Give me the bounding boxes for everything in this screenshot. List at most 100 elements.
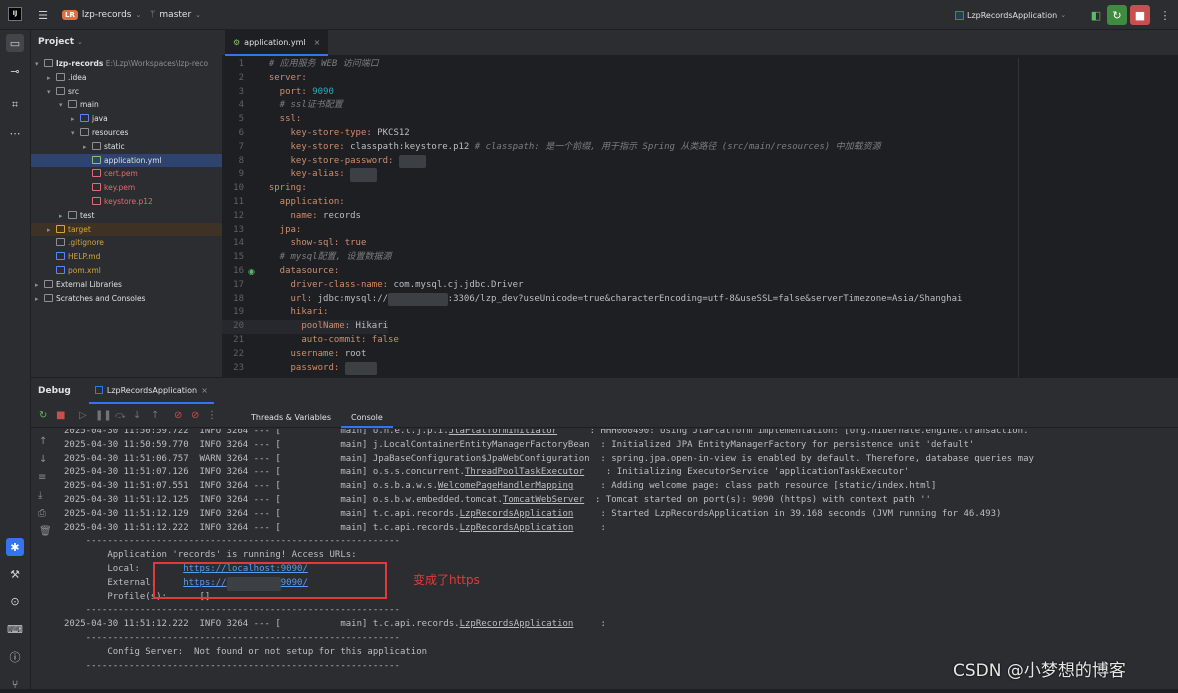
mute-breakpoints-icon[interactable]: ⊘ (191, 410, 199, 421)
console-line: 2025-04-30 11:50:59.770 INFO 3264 --- [ … (64, 439, 974, 453)
folder-icon (56, 86, 65, 95)
chevron-down-icon[interactable]: ▾ (35, 58, 44, 71)
chevron-down-icon[interactable]: ▾ (47, 86, 56, 99)
project-panel-title[interactable]: Project ⌄ (38, 37, 83, 47)
step-out-icon[interactable]: ↑ (151, 410, 159, 421)
tree-item[interactable]: HELP.md (31, 250, 222, 263)
tree-item[interactable]: keystore.p12 (31, 195, 222, 208)
rerun-button[interactable]: ↻ (1107, 5, 1127, 25)
chevron-right-icon[interactable]: ▸ (35, 279, 44, 292)
code-token: auto-commit: (258, 335, 372, 345)
code-line: 4 # ssl证书配置 (222, 99, 343, 113)
chevron-down-icon: ⌄ (1060, 11, 1067, 19)
code-token: poolName: (258, 321, 356, 332)
tree-item[interactable]: ▸ Scratches and Consoles (31, 292, 222, 305)
branch-switcher[interactable]: ᛘ master ⌄ (150, 8, 201, 22)
stop-icon[interactable]: ■ (56, 410, 65, 421)
code-token: # mysql配置, 设置数据源 (258, 252, 392, 263)
tab-application-yml[interactable]: ⚙ application.yml × (225, 30, 329, 56)
more-actions-icon[interactable]: ⋮ (207, 410, 217, 421)
close-icon[interactable]: × (314, 38, 321, 47)
log-text: : (573, 619, 606, 630)
tree-item[interactable]: ▾ resources (31, 126, 222, 139)
console-line: ----------------------------------------… (64, 660, 400, 674)
run-config-selector[interactable]: LzpRecordsApplication ⌄ (955, 8, 1066, 22)
code-view[interactable]: 1 # 应用服务 WEB 访问端口 2 server: 3 port: 9090 4 … (222, 58, 1178, 377)
log-text: : (573, 522, 606, 533)
tree-item[interactable]: ▸ java (31, 112, 222, 125)
line-number: 21 (233, 335, 244, 345)
chevron-right-icon[interactable]: ▸ (71, 113, 80, 126)
main-menu-icon[interactable]: ☰ (34, 6, 52, 24)
chevron-right-icon[interactable]: ▸ (47, 224, 56, 237)
tab-threads-variables[interactable]: Threads & Variables (241, 408, 341, 428)
console-output[interactable]: 2025-04-30 11:50:59.722 INFO 3264 --- [ … (31, 429, 1178, 690)
services-icon[interactable]: ⊙ (6, 592, 24, 610)
code-token: server: (258, 72, 307, 83)
project-switcher[interactable]: LR lzp-records ⌄ (62, 8, 141, 22)
spring-bean-icon[interactable]: ◉ (248, 267, 255, 276)
log-text: ----------------------------------------… (64, 660, 400, 671)
chevron-down-icon[interactable]: ▾ (71, 127, 80, 140)
debug-stop-icon[interactable]: ◧ (1087, 6, 1105, 24)
more-actions-icon[interactable]: ⋮ (1156, 6, 1174, 24)
tree-item[interactable]: ▸ External Libraries (31, 278, 222, 291)
log-text: : Initializing ExecutorService 'applicat… (584, 467, 910, 478)
problems-icon[interactable]: ⓘ (6, 648, 24, 666)
terminal-icon[interactable]: ⌨ (6, 620, 24, 638)
tree-item[interactable]: application.yml (31, 153, 222, 167)
chevron-right-icon[interactable]: ▸ (47, 72, 56, 85)
tree-item[interactable]: .gitignore (31, 236, 222, 249)
tree-item-label: java (92, 114, 108, 124)
resume-icon[interactable]: ▷ (79, 410, 87, 421)
project-folder-icon[interactable]: ▭ (6, 34, 24, 52)
close-icon[interactable]: × (201, 386, 208, 395)
code-token: key-store-type: (258, 128, 378, 138)
code-line: 16 datasource: (222, 265, 339, 279)
stop-button[interactable]: ■ (1130, 5, 1150, 25)
step-over-icon[interactable]: ⤼ (115, 410, 126, 421)
annotation-text: 变成了https (413, 573, 480, 587)
code-token: spring: (258, 183, 307, 194)
tree-item[interactable]: ▾ lzp-records E:\Lzp\Workspaces\lzp-reco (31, 57, 222, 70)
tree-item[interactable]: pom.xml (31, 264, 222, 277)
tree-item[interactable]: ▾ src (31, 85, 222, 98)
breakpoint-icon[interactable]: ⊘ (174, 410, 182, 421)
chevron-right-icon[interactable]: ▸ (35, 293, 44, 306)
tree-item[interactable]: ▸ static (31, 140, 222, 153)
log-text: 2025-04-30 11:51:12.222 INFO 3264 --- [ … (64, 619, 460, 630)
tree-item[interactable]: ▾ main (31, 98, 222, 111)
git-icon[interactable]: ⑂ (6, 675, 24, 693)
tree-item-label: Scratches and Consoles (56, 293, 146, 303)
rerun-icon[interactable]: ↻ (39, 410, 47, 421)
debug-session-tab[interactable]: LzpRecordsApplication × (88, 378, 214, 404)
code-line: 13 jpa: (222, 224, 301, 238)
debug-bug-icon[interactable]: ✱ (6, 538, 24, 556)
code-token: jpa: (258, 224, 302, 235)
tree-item[interactable]: ▸ target (31, 222, 222, 237)
tree-item[interactable]: ▸ .idea (31, 71, 222, 84)
tab-console[interactable]: Console (341, 408, 393, 428)
step-into-icon[interactable]: ↓ (133, 410, 141, 421)
code-line: 3 port: 9090 (222, 86, 334, 100)
project-name: lzp-records (81, 10, 132, 20)
more-tools-icon[interactable]: ⋯ (6, 124, 24, 142)
tree-item-label: .gitignore (68, 238, 104, 248)
build-hammer-icon[interactable]: ⚒ (6, 565, 24, 583)
chevron-right-icon[interactable]: ▸ (83, 141, 92, 154)
code-token: name: (258, 210, 324, 221)
line-number: 18 (233, 293, 244, 304)
tree-item[interactable]: key.pem (31, 181, 222, 194)
code-token: key-alias: (258, 169, 351, 180)
commit-icon[interactable]: ⊸ (6, 62, 24, 80)
line-number: 8 (238, 155, 244, 166)
chevron-down-icon[interactable]: ▾ (59, 99, 68, 112)
chevron-right-icon[interactable]: ▸ (59, 210, 68, 223)
structure-icon[interactable]: ⌗ (6, 96, 24, 114)
tree-item[interactable]: ▸ test (31, 209, 222, 222)
pause-icon[interactable]: ❚❚ (95, 410, 112, 421)
folder-icon (92, 141, 101, 150)
tree-item[interactable]: cert.pem (31, 167, 222, 180)
console-line: 2025-04-30 11:51:12.222 INFO 3264 --- [ … (64, 522, 606, 536)
console-line: Config Server: Not found or not setup fo… (64, 646, 427, 660)
